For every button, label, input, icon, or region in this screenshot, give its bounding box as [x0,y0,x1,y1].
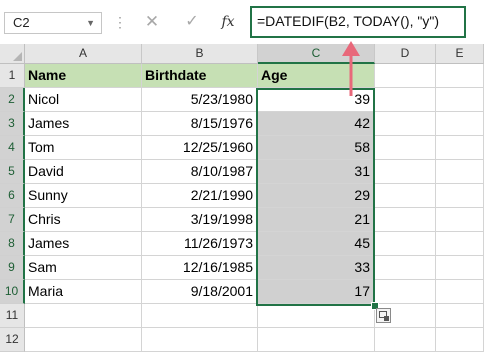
empty-cell[interactable] [436,88,484,112]
cell-age[interactable]: 31 [258,160,375,184]
cell-birthdate[interactable]: 9/18/2001 [142,280,258,304]
name-box-value: C2 [13,15,30,30]
cell-name[interactable]: Chris [25,208,142,232]
empty-cell[interactable] [258,328,375,352]
row-header-5[interactable]: 5 [0,160,25,184]
empty-cell[interactable] [25,328,142,352]
empty-cell[interactable] [142,304,258,328]
empty-cell[interactable] [436,328,484,352]
column-header-a[interactable]: A [25,44,142,64]
empty-cell[interactable] [436,160,484,184]
insert-function-button[interactable]: fx [217,12,239,32]
column-header-b[interactable]: B [142,44,258,64]
column-header-e[interactable]: E [436,44,484,64]
cell-age[interactable]: 33 [258,256,375,280]
empty-cell[interactable] [436,112,484,136]
cell-age[interactable]: 45 [258,232,375,256]
cell-b1-header-birthdate[interactable]: Birthdate [142,64,258,88]
empty-cell[interactable] [258,304,375,328]
cell-name[interactable]: David [25,160,142,184]
cell-age[interactable]: 42 [258,112,375,136]
cell-name[interactable]: Sam [25,256,142,280]
cell-age[interactable]: 21 [258,208,375,232]
name-box-dropdown-icon[interactable]: ▼ [86,13,95,33]
quick-analysis-icon[interactable] [376,308,391,323]
cell-e1[interactable] [436,64,484,88]
cell-age[interactable]: 17 [258,280,375,304]
cell-d1[interactable] [375,64,436,88]
enter-formula-button[interactable]: ✓ [181,12,203,32]
select-all-triangle-icon [13,52,22,61]
empty-cell[interactable] [436,304,484,328]
cell-birthdate[interactable]: 5/23/1980 [142,88,258,112]
cell-name[interactable]: Tom [25,136,142,160]
empty-cell[interactable] [436,184,484,208]
cell-c1-header-age[interactable]: Age [258,64,375,88]
cell-name[interactable]: Maria [25,280,142,304]
cell-birthdate[interactable]: 12/25/1960 [142,136,258,160]
formula-bar-area: C2 ▼ ⋮ ✕ ✓ fx =DATEDIF(B2, TODAY(), "y") [0,0,484,44]
row-header-7[interactable]: 7 [0,208,25,232]
select-all-corner[interactable] [0,44,25,64]
cell-birthdate[interactable]: 8/15/1976 [142,112,258,136]
row-header-6[interactable]: 6 [0,184,25,208]
row-header-9[interactable]: 9 [0,256,25,280]
row-header-4[interactable]: 4 [0,136,25,160]
cell-name[interactable]: Nicol [25,88,142,112]
empty-cell[interactable] [375,256,436,280]
row-header-10[interactable]: 10 [0,280,25,304]
empty-cell[interactable] [25,304,142,328]
cell-birthdate[interactable]: 3/19/1998 [142,208,258,232]
cell-a1-header-name[interactable]: Name [25,64,142,88]
name-box[interactable]: C2 ▼ [4,12,102,34]
cell-birthdate[interactable]: 11/26/1973 [142,232,258,256]
cell-birthdate[interactable]: 8/10/1987 [142,160,258,184]
cell-birthdate[interactable]: 2/21/1990 [142,184,258,208]
empty-cell[interactable] [436,280,484,304]
cell-age[interactable]: 29 [258,184,375,208]
empty-cell[interactable] [375,136,436,160]
formula-input[interactable]: =DATEDIF(B2, TODAY(), "y") [250,6,466,38]
row-header-11[interactable]: 11 [0,304,25,328]
row-header-12[interactable]: 12 [0,328,25,352]
empty-cell[interactable] [375,232,436,256]
empty-cell[interactable] [375,184,436,208]
quick-analysis-glyph-square [384,316,389,321]
empty-cell[interactable] [375,112,436,136]
row-header-3[interactable]: 3 [0,112,25,136]
row-header-1[interactable]: 1 [0,64,25,88]
empty-cell[interactable] [436,256,484,280]
empty-cell[interactable] [375,208,436,232]
empty-cell[interactable] [375,160,436,184]
row-header-2[interactable]: 2 [0,88,25,112]
cell-name[interactable]: James [25,112,142,136]
row-header-8[interactable]: 8 [0,232,25,256]
cell-age-active[interactable]: 39 [258,88,375,112]
column-header-c[interactable]: C [258,44,375,64]
empty-cell[interactable] [375,328,436,352]
empty-cell[interactable] [142,328,258,352]
empty-cell[interactable] [375,88,436,112]
cancel-formula-button[interactable]: ✕ [141,12,163,32]
cell-name[interactable]: James [25,232,142,256]
empty-cell[interactable] [375,280,436,304]
cell-name[interactable]: Sunny [25,184,142,208]
empty-cell[interactable] [436,208,484,232]
column-header-d[interactable]: D [375,44,436,64]
empty-cell[interactable] [436,136,484,160]
formula-bar-grip-icon[interactable]: ⋮ [113,14,127,30]
empty-cell[interactable] [436,232,484,256]
cell-age[interactable]: 58 [258,136,375,160]
cell-birthdate[interactable]: 12/16/1985 [142,256,258,280]
